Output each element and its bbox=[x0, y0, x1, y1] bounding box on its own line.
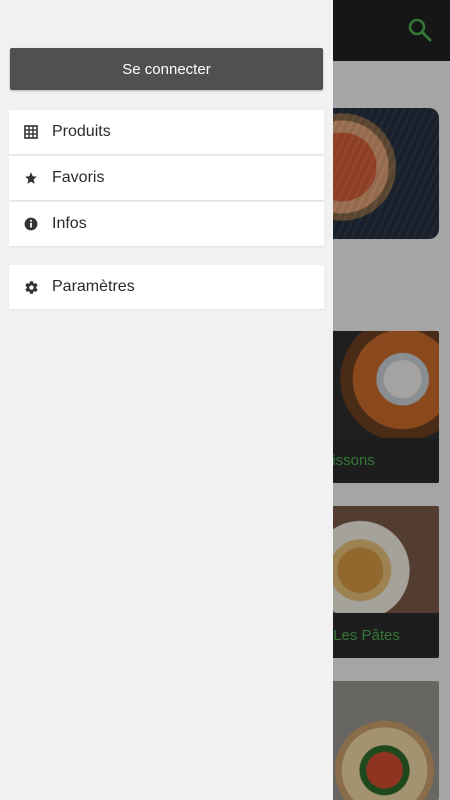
star-icon bbox=[9, 156, 53, 200]
menu-item-label: Paramètres bbox=[52, 278, 135, 295]
menu-item-label: Favoris bbox=[52, 169, 105, 186]
grid-icon bbox=[9, 110, 53, 154]
menu-item-label: Infos bbox=[52, 215, 87, 232]
gear-icon bbox=[9, 265, 53, 309]
menu-item-products[interactable]: Produits bbox=[9, 110, 324, 154]
menu-item-favorites[interactable]: Favoris bbox=[9, 156, 324, 200]
menu-item-infos[interactable]: Infos bbox=[9, 202, 324, 246]
login-button[interactable]: Se connecter bbox=[10, 48, 323, 90]
menu-item-label: Produits bbox=[52, 123, 111, 140]
navigation-drawer: Se connecter Produits Favoris Infos Para… bbox=[0, 0, 333, 800]
menu-item-settings[interactable]: Paramètres bbox=[9, 265, 324, 309]
info-icon bbox=[9, 202, 53, 246]
